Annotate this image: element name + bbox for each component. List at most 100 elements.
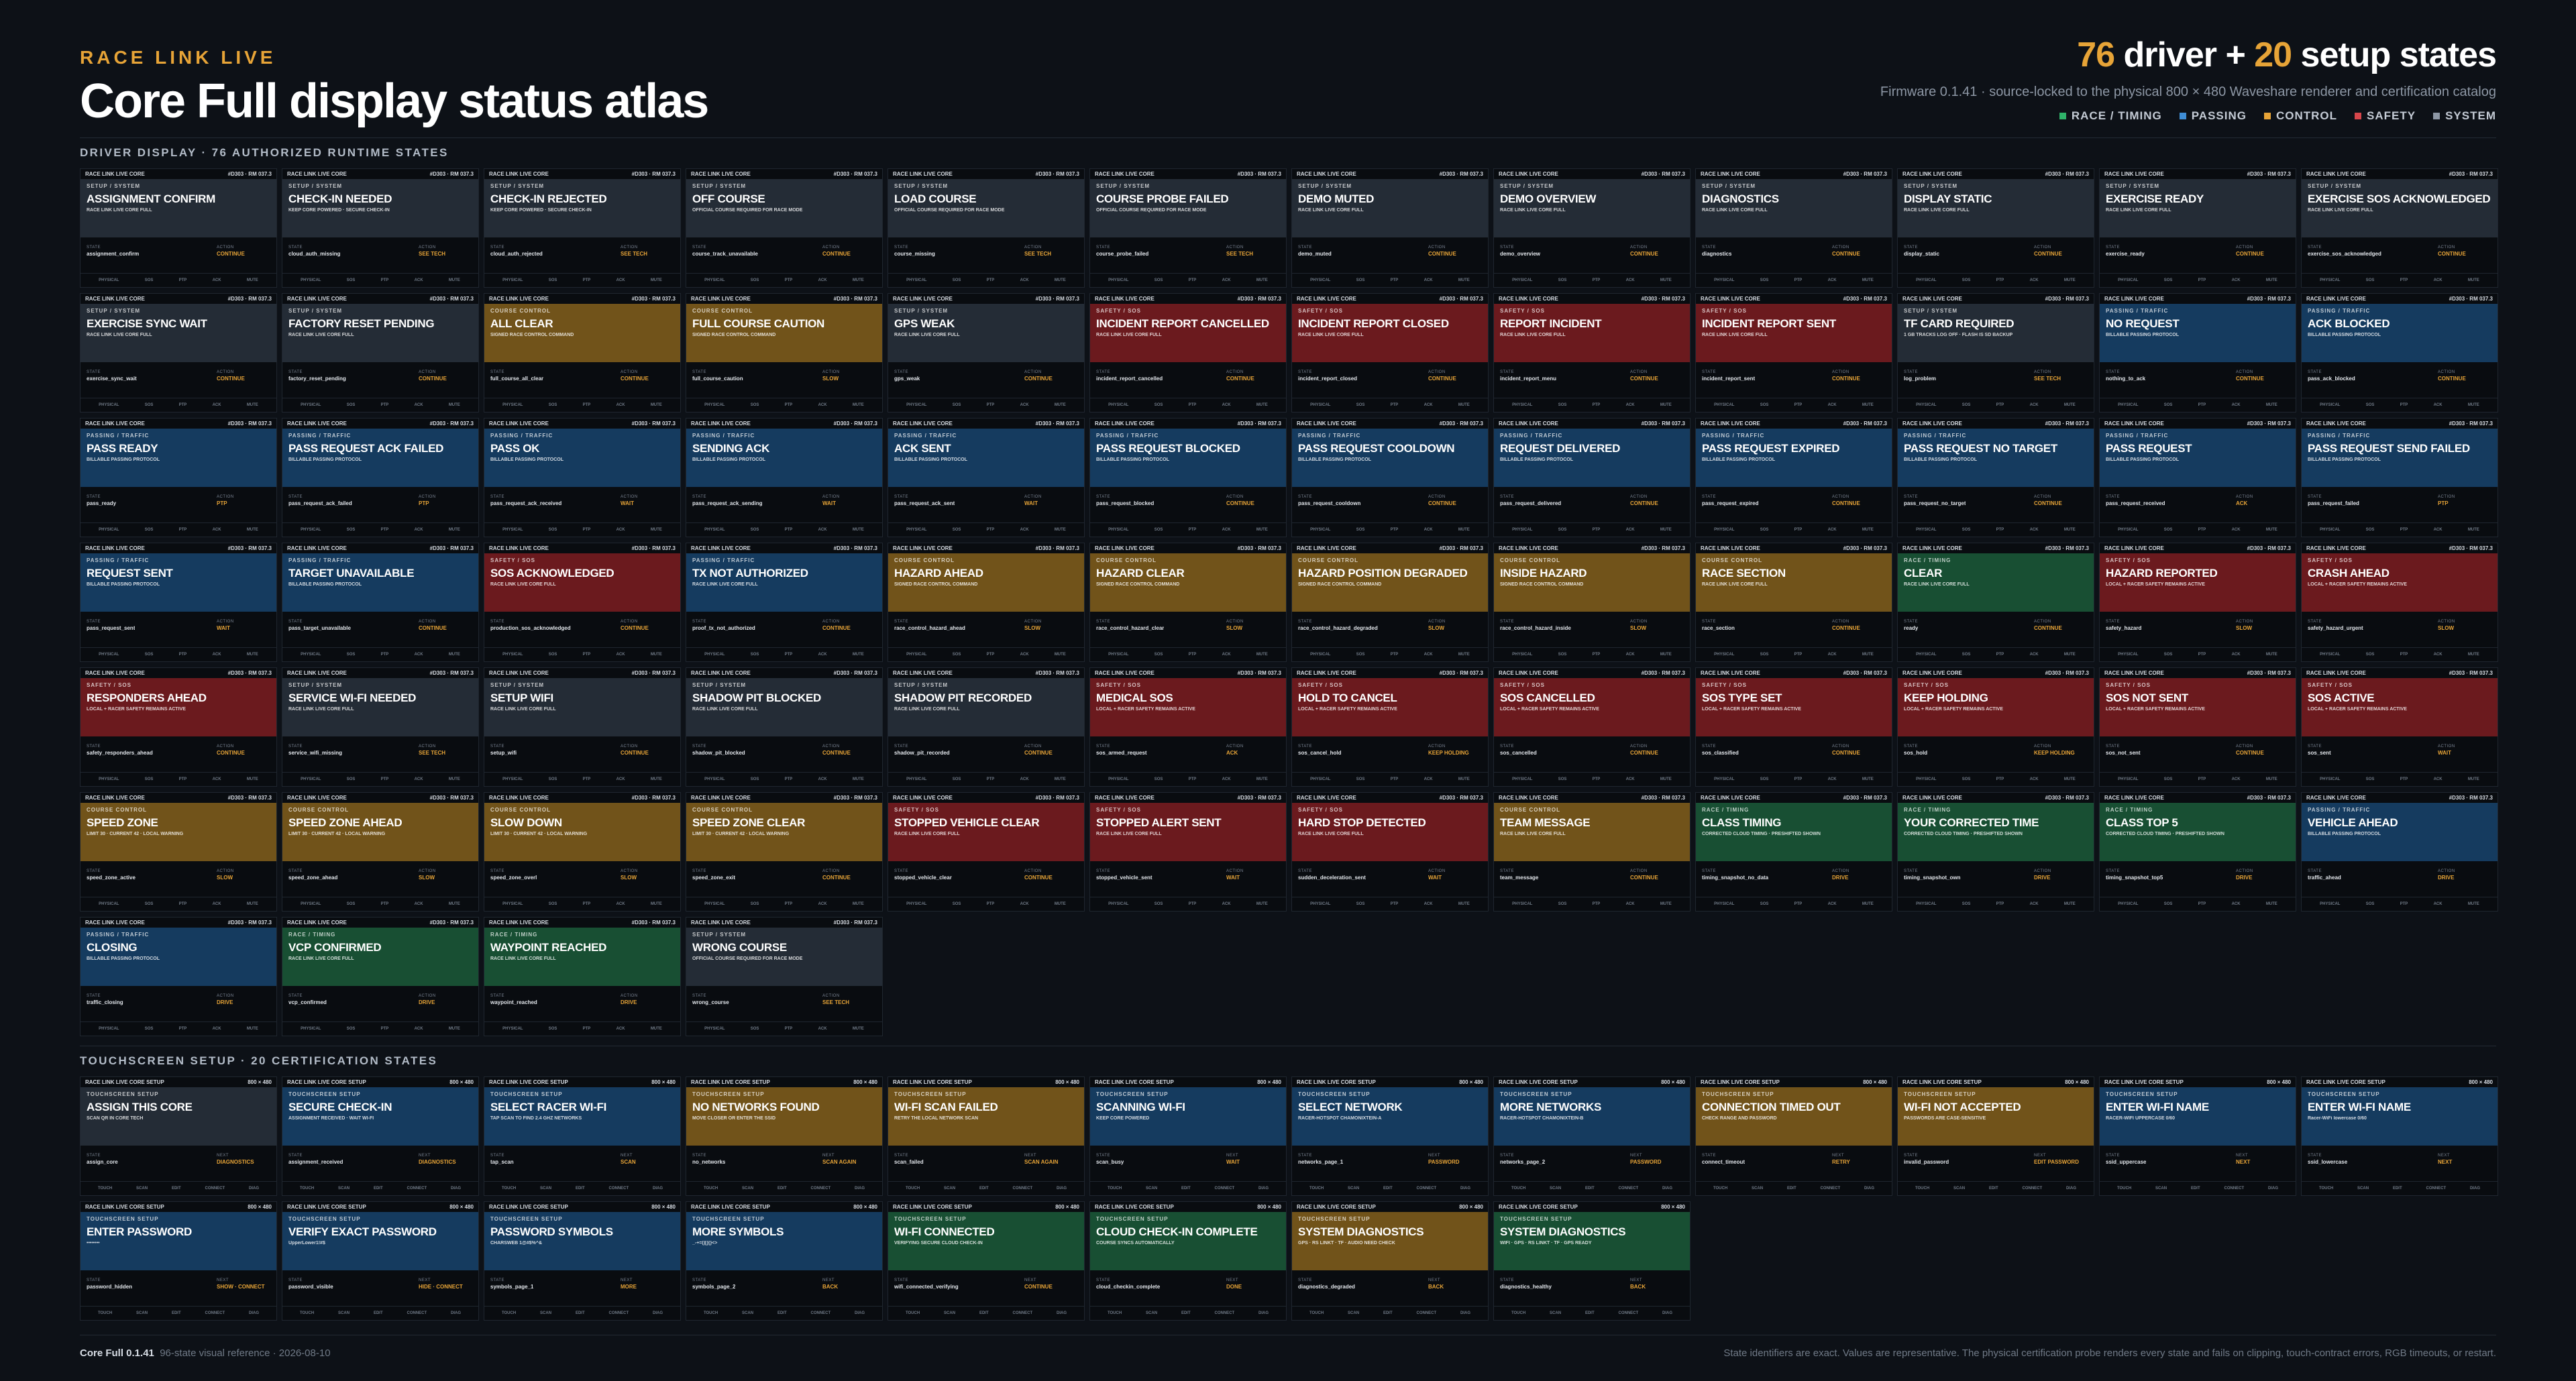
- button-ptp[interactable]: PTP: [2400, 528, 2408, 532]
- button-physical[interactable]: PHYSICAL: [1108, 278, 1128, 282]
- state-card[interactable]: RACE LINK LIVE CORE #D303 · RM 037.3 SAFET…: [1089, 667, 1287, 787]
- button-sos[interactable]: SOS: [1356, 653, 1365, 657]
- button-physical[interactable]: PHYSICAL: [99, 1027, 119, 1031]
- button-connect[interactable]: CONNECT: [1012, 1186, 1032, 1191]
- button-edit[interactable]: EDIT: [576, 1186, 585, 1191]
- button-sos[interactable]: SOS: [1155, 653, 1163, 657]
- button-sos[interactable]: SOS: [751, 403, 759, 407]
- button-edit[interactable]: EDIT: [374, 1311, 383, 1315]
- button-ptp[interactable]: PTP: [583, 528, 591, 532]
- button-physical[interactable]: PHYSICAL: [502, 278, 523, 282]
- button-scan[interactable]: SCAN: [540, 1311, 551, 1315]
- button-physical[interactable]: PHYSICAL: [1310, 403, 1330, 407]
- state-card[interactable]: RACE LINK LIVE CORE #D303 · RM 037.3 SAFET…: [1089, 293, 1287, 412]
- state-card[interactable]: RACE LINK LIVE CORE SETUP 800 × 480 TOUCHS…: [1291, 1076, 1489, 1196]
- state-card[interactable]: RACE LINK LIVE CORE #D303 · RM 037.3 SETUP…: [1089, 168, 1287, 288]
- button-ptp[interactable]: PTP: [2400, 653, 2408, 657]
- state-card[interactable]: RACE LINK LIVE CORE SETUP 800 × 480 TOUCHS…: [2099, 1076, 2296, 1196]
- button-ptp[interactable]: PTP: [583, 278, 591, 282]
- button-mute[interactable]: MUTE: [651, 278, 662, 282]
- button-ptp[interactable]: PTP: [2400, 902, 2408, 906]
- button-scan[interactable]: SCAN: [2357, 1186, 2369, 1191]
- button-sos[interactable]: SOS: [1558, 777, 1567, 781]
- button-touch[interactable]: TOUCH: [906, 1186, 920, 1191]
- button-ack[interactable]: ACK: [1626, 777, 1635, 781]
- button-mute[interactable]: MUTE: [247, 653, 258, 657]
- state-card[interactable]: RACE LINK LIVE CORE #D303 · RM 037.3 SAFET…: [2099, 667, 2296, 787]
- button-edit[interactable]: EDIT: [1585, 1186, 1595, 1191]
- button-physical[interactable]: PHYSICAL: [1310, 528, 1330, 532]
- button-physical[interactable]: PHYSICAL: [2320, 528, 2340, 532]
- state-card[interactable]: RACE LINK LIVE CORE #D303 · RM 037.3 SAFET…: [1291, 792, 1489, 912]
- button-sos[interactable]: SOS: [347, 1027, 356, 1031]
- button-ack[interactable]: ACK: [2434, 528, 2443, 532]
- button-physical[interactable]: PHYSICAL: [1512, 403, 1532, 407]
- button-connect[interactable]: CONNECT: [810, 1186, 830, 1191]
- button-mute[interactable]: MUTE: [1055, 528, 1066, 532]
- button-ptp[interactable]: PTP: [2198, 403, 2206, 407]
- button-sos[interactable]: SOS: [2366, 777, 2375, 781]
- button-sos[interactable]: SOS: [2366, 278, 2375, 282]
- button-ack[interactable]: ACK: [1626, 653, 1635, 657]
- button-ack[interactable]: ACK: [2232, 403, 2241, 407]
- button-edit[interactable]: EDIT: [777, 1311, 787, 1315]
- button-touch[interactable]: TOUCH: [1108, 1186, 1122, 1191]
- button-mute[interactable]: MUTE: [247, 403, 258, 407]
- button-physical[interactable]: PHYSICAL: [301, 777, 321, 781]
- button-ptp[interactable]: PTP: [1189, 653, 1197, 657]
- state-card[interactable]: RACE LINK LIVE CORE SETUP 800 × 480 TOUCHS…: [80, 1201, 277, 1321]
- state-card[interactable]: RACE LINK LIVE CORE SETUP 800 × 480 TOUCHS…: [484, 1201, 681, 1321]
- button-connect[interactable]: CONNECT: [1214, 1311, 1234, 1315]
- state-card[interactable]: RACE LINK LIVE CORE #D303 · RM 037.3 SAFET…: [1493, 293, 1690, 412]
- button-ptp[interactable]: PTP: [785, 653, 793, 657]
- button-ptp[interactable]: PTP: [381, 777, 389, 781]
- button-mute[interactable]: MUTE: [1055, 278, 1066, 282]
- button-sos[interactable]: SOS: [549, 528, 557, 532]
- button-mute[interactable]: MUTE: [1660, 278, 1672, 282]
- button-mute[interactable]: MUTE: [2468, 902, 2479, 906]
- button-ack[interactable]: ACK: [415, 278, 423, 282]
- button-physical[interactable]: PHYSICAL: [2320, 777, 2340, 781]
- state-card[interactable]: RACE LINK LIVE CORE #D303 · RM 037.3 PASSI…: [1493, 418, 1690, 537]
- button-physical[interactable]: PHYSICAL: [906, 528, 926, 532]
- state-card[interactable]: RACE LINK LIVE CORE #D303 · RM 037.3 SAFET…: [80, 667, 277, 787]
- button-mute[interactable]: MUTE: [1458, 902, 1470, 906]
- button-physical[interactable]: PHYSICAL: [1714, 278, 1734, 282]
- button-physical[interactable]: PHYSICAL: [2118, 653, 2138, 657]
- button-touch[interactable]: TOUCH: [1915, 1186, 1929, 1191]
- state-card[interactable]: RACE LINK LIVE CORE #D303 · RM 037.3 SETUP…: [686, 168, 883, 288]
- state-card[interactable]: RACE LINK LIVE CORE #D303 · RM 037.3 PASSI…: [888, 418, 1085, 537]
- button-ptp[interactable]: PTP: [785, 902, 793, 906]
- state-card[interactable]: RACE LINK LIVE CORE #D303 · RM 037.3 SAFET…: [1493, 667, 1690, 787]
- button-ack[interactable]: ACK: [1222, 403, 1231, 407]
- button-ptp[interactable]: PTP: [1391, 528, 1399, 532]
- button-connect[interactable]: CONNECT: [205, 1311, 225, 1315]
- button-diag[interactable]: DIAG: [1460, 1186, 1470, 1191]
- button-ack[interactable]: ACK: [2232, 528, 2241, 532]
- button-physical[interactable]: PHYSICAL: [502, 528, 523, 532]
- button-ack[interactable]: ACK: [213, 278, 221, 282]
- button-sos[interactable]: SOS: [1356, 528, 1365, 532]
- button-mute[interactable]: MUTE: [1660, 653, 1672, 657]
- state-card[interactable]: RACE LINK LIVE CORE #D303 · RM 037.3 SAFET…: [1695, 667, 1892, 787]
- state-card[interactable]: RACE LINK LIVE CORE #D303 · RM 037.3 PASSI…: [2099, 418, 2296, 537]
- button-ack[interactable]: ACK: [616, 1027, 625, 1031]
- button-sos[interactable]: SOS: [1356, 403, 1365, 407]
- button-ack[interactable]: ACK: [1626, 902, 1635, 906]
- button-ack[interactable]: ACK: [1424, 777, 1433, 781]
- button-physical[interactable]: PHYSICAL: [1512, 528, 1532, 532]
- button-ptp[interactable]: PTP: [1391, 902, 1399, 906]
- button-physical[interactable]: PHYSICAL: [1512, 902, 1532, 906]
- state-card[interactable]: RACE LINK LIVE CORE #D303 · RM 037.3 SAFET…: [1897, 667, 2094, 787]
- button-mute[interactable]: MUTE: [1055, 653, 1066, 657]
- state-card[interactable]: RACE LINK LIVE CORE #D303 · RM 037.3 PASSI…: [1291, 418, 1489, 537]
- button-sos[interactable]: SOS: [751, 528, 759, 532]
- button-sos[interactable]: SOS: [2164, 653, 2173, 657]
- button-sos[interactable]: SOS: [1962, 403, 1971, 407]
- button-ptp[interactable]: PTP: [1593, 528, 1601, 532]
- button-sos[interactable]: SOS: [1558, 278, 1567, 282]
- button-ack[interactable]: ACK: [1424, 653, 1433, 657]
- button-sos[interactable]: SOS: [1155, 777, 1163, 781]
- button-ptp[interactable]: PTP: [1189, 278, 1197, 282]
- button-diag[interactable]: DIAG: [1662, 1311, 1672, 1315]
